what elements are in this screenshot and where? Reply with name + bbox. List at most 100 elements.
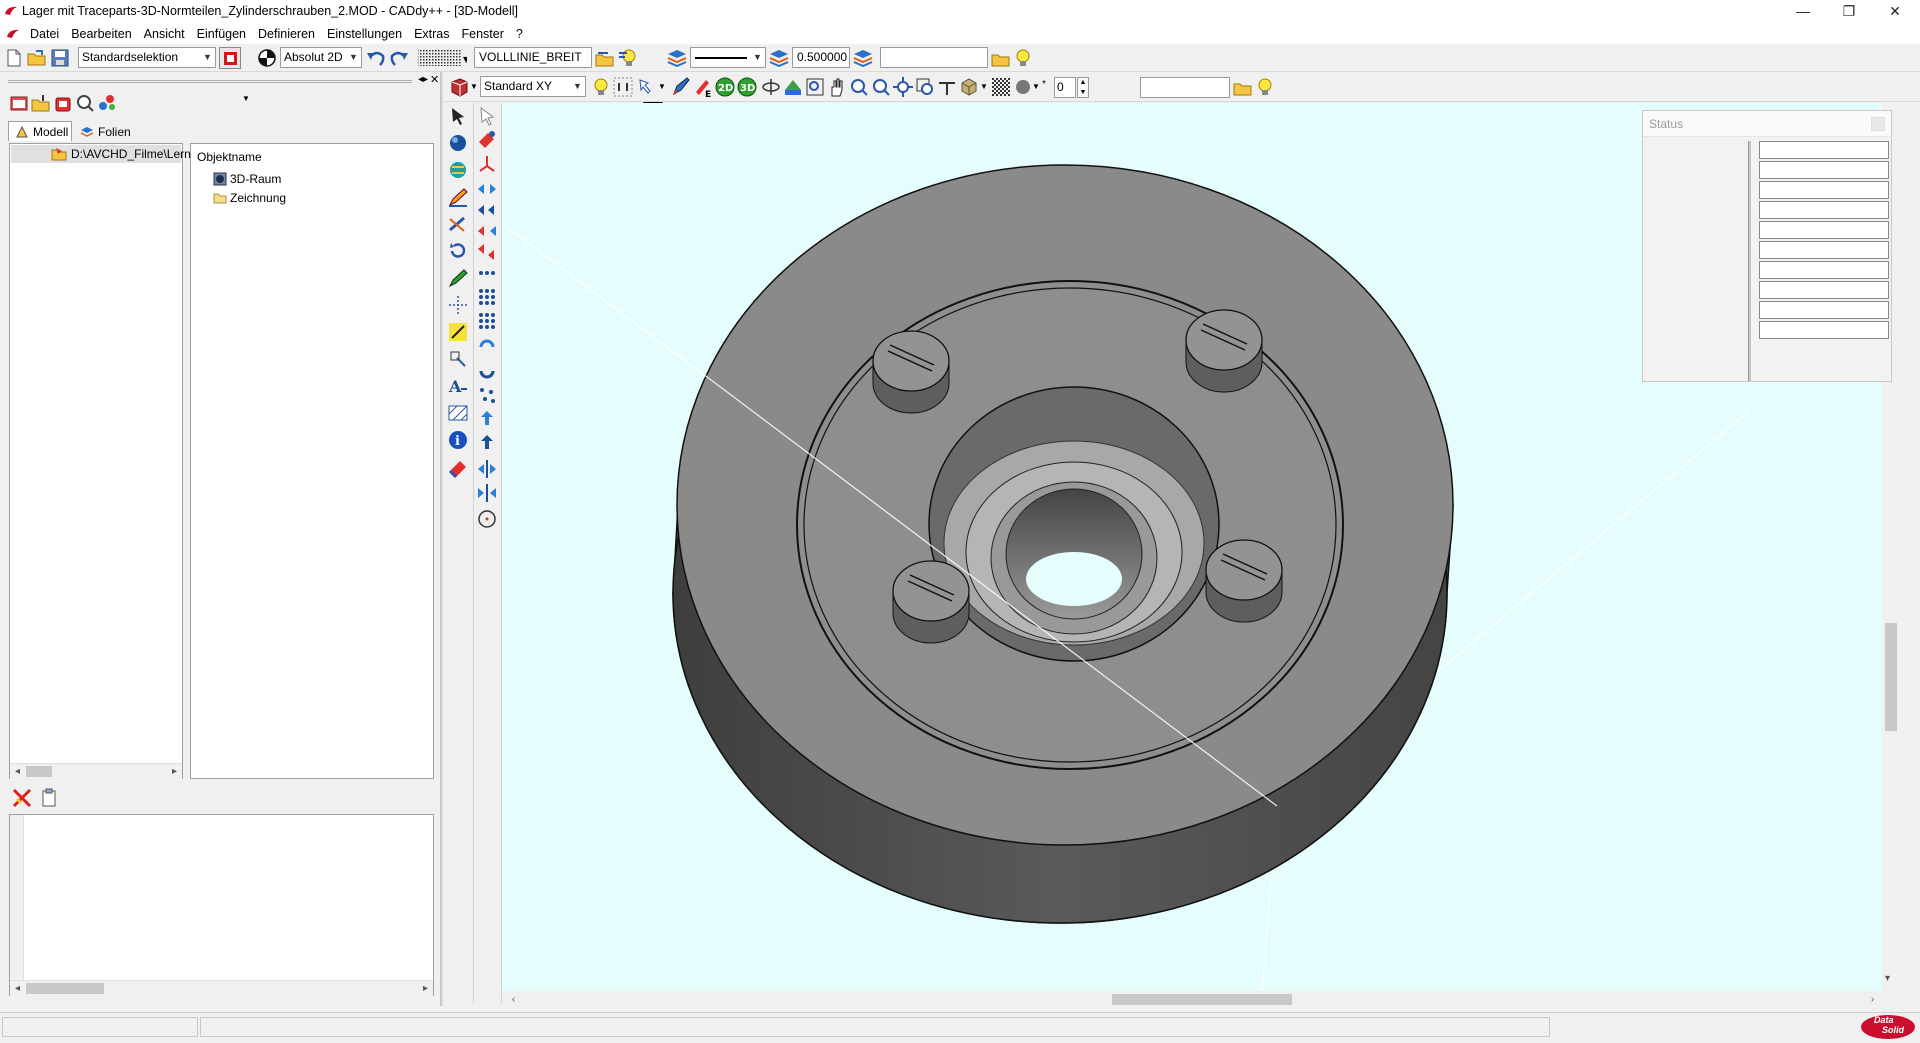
orbit-icon[interactable] <box>760 76 782 98</box>
view-plane-settings-icon[interactable] <box>612 76 634 98</box>
line-width-layer-icon[interactable] <box>768 47 790 69</box>
dot-grid-large-icon[interactable] <box>476 310 498 332</box>
menu-einfuegen[interactable]: Einfügen <box>191 24 252 44</box>
redo-icon[interactable] <box>388 47 410 69</box>
center-point-icon[interactable] <box>476 508 498 530</box>
chevron-down-icon[interactable]: ▼ <box>658 82 666 91</box>
line-type-field[interactable]: VOLLLINIE_BREIT <box>474 47 592 68</box>
solid-cube-icon[interactable] <box>958 76 980 98</box>
menu-fenster[interactable]: Fenster <box>456 24 510 44</box>
layer-stack-icon[interactable] <box>666 47 688 69</box>
vertex-tool-icon[interactable] <box>476 153 498 175</box>
coordinate-origin-icon[interactable] <box>256 47 278 69</box>
step-value-field[interactable]: 0 <box>1054 77 1076 98</box>
viewport-horizontal-scrollbar[interactable]: ‹ › <box>502 991 1882 1008</box>
select-outline-icon[interactable] <box>476 105 498 127</box>
chevron-left-icon[interactable]: ◂ <box>10 764 25 779</box>
line-style-select[interactable]: ▼ <box>690 47 766 68</box>
tab-folien[interactable]: Folien <box>74 122 138 142</box>
open-folder-icon[interactable] <box>26 47 48 69</box>
measure-tool-icon[interactable] <box>447 348 469 370</box>
dimension-tool-icon[interactable] <box>447 321 469 343</box>
undo-icon[interactable] <box>365 47 387 69</box>
scrollbar-thumb[interactable] <box>26 766 52 777</box>
panel-splitter[interactable] <box>440 72 443 1006</box>
layer-folder-icon[interactable] <box>30 92 52 114</box>
panel-pin-icon[interactable]: ◂▸ <box>418 74 428 85</box>
rotate-back-icon[interactable] <box>476 360 498 382</box>
move-tool-icon[interactable] <box>476 178 498 200</box>
chevron-down-icon[interactable]: ▾ <box>1885 973 1890 984</box>
tree-item-path[interactable]: D:\AVCHD_Filme\Lern <box>11 145 191 163</box>
zoom-out-icon[interactable] <box>870 76 892 98</box>
delete-cross-icon[interactable] <box>11 787 33 809</box>
text-tool-icon[interactable]: A <box>447 375 469 397</box>
minimize-button[interactable]: — <box>1780 0 1826 24</box>
attribute-lightbulb-icon[interactable] <box>1012 47 1034 69</box>
delete-basket-icon[interactable] <box>52 92 74 114</box>
properties-horizontal-scrollbar[interactable]: ◂ ▸ <box>10 980 433 996</box>
menu-ansicht[interactable]: Ansicht <box>138 24 191 44</box>
close-button[interactable]: ✕ <box>1872 0 1918 24</box>
menu-datei[interactable]: Datei <box>24 24 65 44</box>
point-dots-icon[interactable] <box>447 294 469 316</box>
hatch-pattern-icon[interactable] <box>990 76 1012 98</box>
zoom-in-icon[interactable] <box>848 76 870 98</box>
mirror-tool-icon[interactable] <box>476 220 498 242</box>
draw-pencil-icon[interactable] <box>447 186 469 208</box>
tab-modell[interactable]: Modell <box>8 121 72 141</box>
shading-sphere-icon[interactable] <box>1012 76 1034 98</box>
save-icon[interactable] <box>49 47 71 69</box>
section-plane-icon[interactable] <box>936 76 958 98</box>
restore-button[interactable]: ❐ <box>1826 0 1872 24</box>
globe-tool-icon[interactable] <box>447 159 469 181</box>
info-icon[interactable]: i <box>447 429 469 451</box>
menu-extras[interactable]: Extras <box>408 24 455 44</box>
attribute-text-field[interactable] <box>880 47 988 68</box>
step-spinner[interactable]: ▲ ▼ <box>1077 77 1089 98</box>
new-file-icon[interactable] <box>3 47 25 69</box>
rotate-copy-icon[interactable] <box>476 336 498 358</box>
copy-tool-icon[interactable] <box>476 199 498 221</box>
panel-close-icon[interactable]: ✕ <box>430 73 439 86</box>
green-pencil-icon[interactable] <box>447 267 469 289</box>
menu-einstellungen[interactable]: Einstellungen <box>321 24 408 44</box>
menu-bearbeiten[interactable]: Bearbeiten <box>65 24 137 44</box>
chevron-down-icon[interactable]: ▼ <box>470 82 478 91</box>
scrollbar-thumb[interactable] <box>1885 623 1897 731</box>
pan-hand-icon[interactable] <box>826 76 848 98</box>
render-view-icon[interactable] <box>782 76 804 98</box>
zoom-window-icon[interactable] <box>804 76 826 98</box>
chevron-right-icon[interactable]: ▸ <box>167 764 182 779</box>
zoom-all-icon[interactable] <box>892 76 914 98</box>
object-colors-icon[interactable] <box>96 92 118 114</box>
view-light-icon[interactable] <box>590 76 612 98</box>
scatter-dots-icon[interactable] <box>476 384 498 406</box>
dot-row-icon[interactable] <box>476 262 498 284</box>
selection-filter-icon[interactable] <box>219 47 241 69</box>
chevron-left-icon[interactable]: ‹ <box>506 992 521 1007</box>
snap-cursor-icon[interactable] <box>636 76 658 98</box>
attribute-folder-icon[interactable] <box>990 47 1012 69</box>
view-2d-icon[interactable]: 2D <box>714 76 736 98</box>
extrude-up-icon[interactable] <box>476 408 498 430</box>
view-3d-icon[interactable]: 3D <box>736 76 758 98</box>
array-tool-icon[interactable] <box>476 241 498 263</box>
clipboard-icon[interactable] <box>38 787 60 809</box>
line-width-field[interactable]: 0.500000 <box>792 47 850 68</box>
view-folder-icon[interactable] <box>1232 76 1254 98</box>
gripper[interactable] <box>8 80 412 83</box>
selection-mode-select[interactable]: Standardselektion ▼ <box>78 47 216 68</box>
view-plane-select[interactable]: Standard XY ▼ <box>480 76 586 97</box>
grid-pattern-icon[interactable]: ▼ <box>417 47 467 69</box>
model-window-icon[interactable] <box>8 92 30 114</box>
chevron-down-icon[interactable]: ▼ <box>1032 82 1040 91</box>
chevron-down-icon[interactable]: ▼ <box>980 82 988 91</box>
eraser-icon[interactable] <box>447 456 469 478</box>
join-tool-icon[interactable] <box>476 482 498 504</box>
select-arrow-icon[interactable] <box>447 105 469 127</box>
menu-help[interactable]: ? <box>510 24 529 44</box>
split-tool-icon[interactable] <box>476 458 498 480</box>
line-width-stack-icon[interactable] <box>852 47 874 69</box>
line-type-folder-icon[interactable] <box>594 47 616 69</box>
